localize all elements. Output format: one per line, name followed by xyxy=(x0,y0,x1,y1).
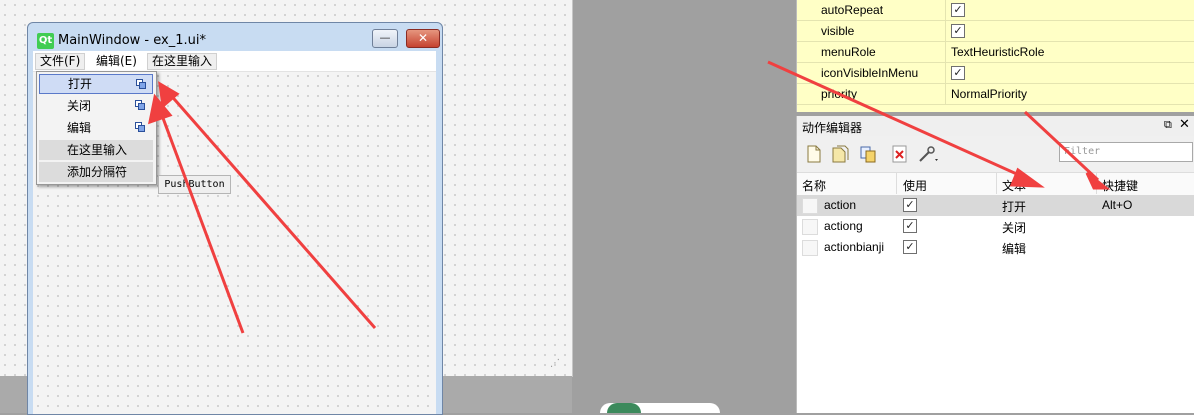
action-text: 编辑 xyxy=(1002,242,1027,256)
push-button[interactable]: PushButton xyxy=(158,175,231,194)
column-divider xyxy=(996,172,997,194)
delete-icon[interactable] xyxy=(891,144,909,164)
form-client-area[interactable]: 文件(F) 编辑(E) 在这里输入 打开 关闭 编辑 在这里输入 添加分隔符 P… xyxy=(33,51,436,414)
menu-item-label: 打开 xyxy=(68,77,93,91)
menu-item-label: 添加分隔符 xyxy=(67,165,128,179)
action-icon xyxy=(802,219,818,235)
menu-item-open[interactable]: 打开 xyxy=(39,74,153,94)
used-checkbox[interactable]: ✓ xyxy=(903,198,917,212)
menu-type-here[interactable]: 在这里输入 xyxy=(147,53,218,70)
menu-file[interactable]: 文件(F) xyxy=(35,53,86,70)
minimize-button[interactable]: — xyxy=(372,29,398,48)
action-name: action xyxy=(824,198,857,212)
close-button[interactable]: ✕ xyxy=(406,29,440,48)
menu-item-add-separator[interactable]: 添加分隔符 xyxy=(39,162,153,182)
action-icon xyxy=(135,100,145,110)
action-text: 打开 xyxy=(1002,200,1027,214)
column-header-used[interactable]: 使用 xyxy=(903,177,927,194)
panel-header: 动作编辑器 ⧉ ✕ xyxy=(797,116,1194,137)
open-icon[interactable] xyxy=(831,144,849,164)
close-icon: ✕ xyxy=(417,31,429,45)
menu-item-label: 在这里输入 xyxy=(67,143,128,157)
menu-item-label: 关闭 xyxy=(67,99,92,113)
action-editor-panel: 动作编辑器 ⧉ ✕ Filter 名称 使用 文本 快捷键 action ✓ 打… xyxy=(796,116,1194,413)
column-divider xyxy=(945,42,946,62)
property-checkbox[interactable]: ✓ xyxy=(951,3,965,17)
column-divider xyxy=(945,21,946,41)
column-divider xyxy=(945,84,946,104)
action-icon xyxy=(802,240,818,256)
window-title: MainWindow - ex_1.ui* xyxy=(58,33,206,48)
table-row[interactable]: action ✓ 打开 Alt+O xyxy=(797,195,1194,216)
used-checkbox[interactable]: ✓ xyxy=(903,240,917,254)
widget-icon xyxy=(607,403,641,413)
property-name: menuRole xyxy=(821,45,876,59)
property-value[interactable]: TextHeuristicRole xyxy=(951,45,1044,59)
configure-icon[interactable] xyxy=(917,144,941,164)
property-row[interactable]: priority NormalPriority xyxy=(797,84,1194,105)
minimize-icon: — xyxy=(379,31,391,44)
qt-logo-icon: Qt xyxy=(37,33,54,49)
column-divider xyxy=(1096,172,1097,194)
action-name: actionbianji xyxy=(824,240,885,254)
action-icon xyxy=(136,79,146,89)
table-row[interactable]: actionbianji ✓ 编辑 xyxy=(797,237,1194,258)
action-icon xyxy=(802,198,818,214)
action-toolbar: Filter xyxy=(797,136,1194,172)
column-divider xyxy=(896,172,897,194)
menu-item-label: 编辑 xyxy=(67,121,92,135)
property-name: priority xyxy=(821,87,858,101)
column-header-text[interactable]: 文本 xyxy=(1002,177,1026,194)
float-icon[interactable]: ⧉ xyxy=(1164,118,1172,132)
copy-icon[interactable] xyxy=(859,144,877,164)
action-name: actiong xyxy=(824,219,863,233)
property-row[interactable]: iconVisibleInMenu ✓ xyxy=(797,63,1194,84)
menu-bar: 文件(F) 编辑(E) 在这里输入 xyxy=(33,51,436,72)
menu-item-type-here[interactable]: 在这里输入 xyxy=(39,140,153,160)
property-value[interactable]: NormalPriority xyxy=(951,87,1027,101)
file-menu-dropdown: 打开 关闭 编辑 在这里输入 添加分隔符 xyxy=(36,71,157,185)
resize-grip-icon[interactable]: ⋰ xyxy=(550,358,562,370)
action-text: 关闭 xyxy=(1002,221,1027,235)
property-editor: autoRepeat ✓ visible ✓ menuRole TextHeur… xyxy=(796,0,1194,112)
property-name: iconVisibleInMenu xyxy=(821,66,919,80)
new-action-icon[interactable] xyxy=(805,144,823,164)
used-checkbox[interactable]: ✓ xyxy=(903,219,917,233)
filter-input[interactable]: Filter xyxy=(1059,142,1193,162)
panel-title: 动作编辑器 xyxy=(802,121,863,135)
property-row[interactable]: visible ✓ xyxy=(797,21,1194,42)
workspace-background xyxy=(573,0,795,413)
property-name: visible xyxy=(821,24,855,38)
action-icon xyxy=(135,122,145,132)
column-divider xyxy=(945,0,946,20)
property-name: autoRepeat xyxy=(821,3,884,17)
property-checkbox[interactable]: ✓ xyxy=(951,24,965,38)
column-header-shortcut[interactable]: 快捷键 xyxy=(1102,177,1138,194)
column-header-name[interactable]: 名称 xyxy=(802,177,826,194)
menu-edit[interactable]: 编辑(E) xyxy=(91,53,142,70)
property-row[interactable]: menuRole TextHeuristicRole xyxy=(797,42,1194,63)
close-icon[interactable]: ✕ xyxy=(1179,117,1190,132)
property-row[interactable]: autoRepeat ✓ xyxy=(797,0,1194,21)
table-row[interactable]: actiong ✓ 关闭 xyxy=(797,216,1194,237)
form-window: Qt MainWindow - ex_1.ui* — ✕ 文件(F) 编辑(E)… xyxy=(27,22,443,415)
property-checkbox[interactable]: ✓ xyxy=(951,66,965,80)
menu-item-edit[interactable]: 编辑 xyxy=(39,118,153,138)
column-divider xyxy=(945,63,946,83)
menu-item-close[interactable]: 关闭 xyxy=(39,96,153,116)
action-shortcut: Alt+O xyxy=(1102,198,1133,212)
